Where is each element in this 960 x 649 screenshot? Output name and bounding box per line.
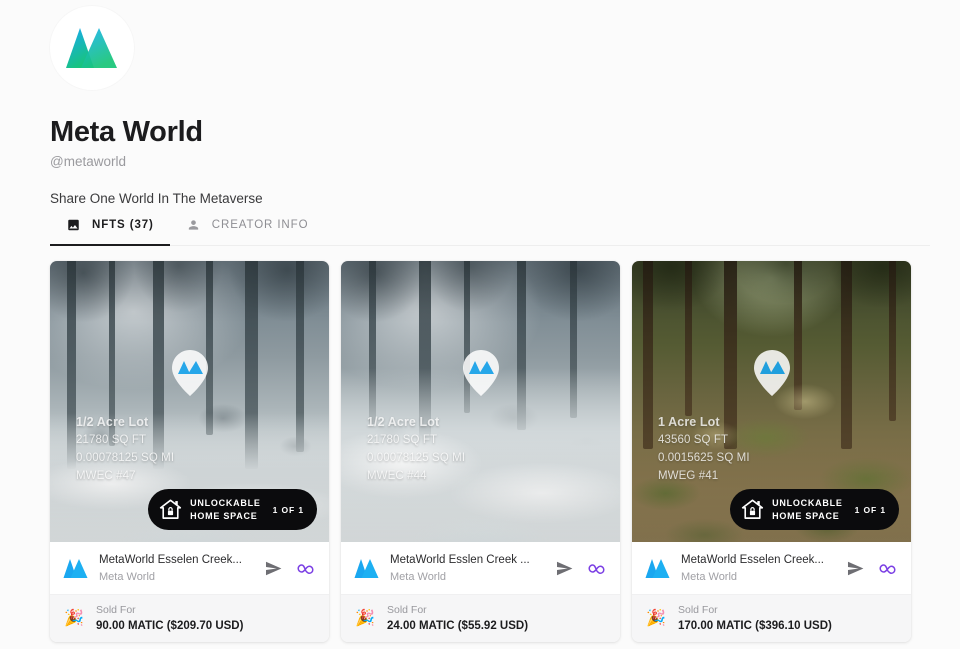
lot-info: 1/2 Acre Lot 21780 SQ FT 0.00078125 SQ M…: [367, 413, 465, 486]
profile-handle: @metaworld: [50, 153, 126, 169]
badge-line-1: UNLOCKABLE: [772, 498, 843, 509]
infinity-icon[interactable]: [587, 559, 606, 578]
tab-nfts[interactable]: NFTS (37): [50, 205, 170, 246]
lot-title: 1/2 Acre Lot: [76, 415, 149, 429]
house-lock-icon: [741, 498, 764, 521]
nft-title: MetaWorld Esslen Creek ...: [390, 553, 530, 566]
lot-title: 1 Acre Lot: [658, 415, 720, 429]
nft-collection: Meta World: [390, 570, 447, 583]
badge-count: 1 OF 1: [854, 504, 886, 515]
lot-sq-mi: 0.00078125 SQ MI: [367, 452, 466, 465]
lot-sq-ft: 43560 SQ FT: [658, 434, 729, 447]
badge-line-2: HOME SPACE: [772, 510, 840, 521]
lot-title: 1/2 Acre Lot: [367, 415, 440, 429]
send-icon[interactable]: [846, 559, 865, 578]
map-pin-icon: [753, 350, 790, 397]
nft-collection: Meta World: [681, 570, 738, 583]
card-actions: [264, 559, 315, 578]
tab-creator-info-label: CREATOR INFO: [211, 219, 309, 231]
sold-label: Sold For: [387, 603, 427, 616]
sold-value: 170.00 MATIC ($396.10 USD): [678, 620, 832, 633]
infinity-icon[interactable]: [296, 559, 315, 578]
party-popper-icon: 🎉: [646, 609, 666, 627]
sold-row: 🎉 Sold For 24.00 MATIC ($55.92 USD): [341, 594, 620, 642]
tab-nfts-label: NFTS (37): [92, 219, 154, 231]
map-pin-icon: [462, 350, 499, 397]
map-pin-icon: [171, 350, 208, 397]
nft-image[interactable]: 1 Acre Lot 43560 SQ FT 0.0015625 SQ MI M…: [632, 261, 911, 542]
profile-header: Meta World @metaworld Share One World In…: [50, 0, 930, 206]
nft-info-row: MetaWorld Esslen Creek ... Meta World: [341, 542, 620, 594]
nft-card[interactable]: 1/2 Acre Lot 21780 SQ FT 0.00078125 SQ M…: [341, 261, 620, 642]
sold-value: 24.00 MATIC ($55.92 USD): [387, 620, 529, 633]
sold-text-block: Sold For 24.00 MATIC ($55.92 USD): [387, 603, 528, 635]
sold-row: 🎉 Sold For 90.00 MATIC ($209.70 USD): [50, 594, 329, 642]
tab-creator-info[interactable]: CREATOR INFO: [170, 205, 325, 245]
avatar: [50, 6, 134, 90]
nft-title: MetaWorld Esselen Creek...: [681, 553, 824, 566]
nft-card[interactable]: 1/2 Acre Lot 21780 SQ FT 0.00078125 SQ M…: [50, 261, 329, 642]
nft-grid: 1/2 Acre Lot 21780 SQ FT 0.00078125 SQ M…: [50, 261, 912, 642]
lot-sq-mi: 0.00078125 SQ MI: [76, 452, 175, 465]
infinity-icon[interactable]: [878, 559, 897, 578]
badge-count: 1 OF 1: [272, 504, 304, 515]
nft-card[interactable]: 1 Acre Lot 43560 SQ FT 0.0015625 SQ MI M…: [632, 261, 911, 642]
sold-text-block: Sold For 90.00 MATIC ($209.70 USD): [96, 603, 243, 635]
profile-page: Meta World @metaworld Share One World In…: [0, 0, 960, 649]
nft-image[interactable]: 1/2 Acre Lot 21780 SQ FT 0.00078125 SQ M…: [50, 261, 329, 542]
collection-logo-icon: [63, 558, 88, 579]
lot-sq-ft: 21780 SQ FT: [367, 434, 438, 447]
mountain-logo-icon: [66, 26, 118, 70]
nft-text-block: MetaWorld Esselen Creek... Meta World: [681, 552, 835, 584]
lot-sq-mi: 0.0015625 SQ MI: [658, 452, 750, 465]
party-popper-icon: 🎉: [355, 609, 375, 627]
sold-label: Sold For: [678, 603, 718, 616]
nft-text-block: MetaWorld Esslen Creek ... Meta World: [390, 552, 544, 584]
card-actions: [555, 559, 606, 578]
nft-image[interactable]: 1/2 Acre Lot 21780 SQ FT 0.00078125 SQ M…: [341, 261, 620, 542]
sold-label: Sold For: [96, 603, 136, 616]
unlockable-badge-text: UNLOCKABLE HOME SPACE: [190, 497, 261, 521]
sold-text-block: Sold For 170.00 MATIC ($396.10 USD): [678, 603, 832, 635]
sold-value: 90.00 MATIC ($209.70 USD): [96, 620, 244, 633]
unlockable-badge: UNLOCKABLE HOME SPACE 1 OF 1: [730, 489, 899, 530]
person-icon: [186, 218, 201, 232]
lot-code: MWEG #41: [658, 470, 719, 482]
send-icon[interactable]: [264, 559, 283, 578]
house-lock-icon: [159, 498, 182, 521]
collection-logo-icon: [354, 558, 379, 579]
sold-row: 🎉 Sold For 170.00 MATIC ($396.10 USD): [632, 594, 911, 642]
collection-logo-icon: [645, 558, 670, 579]
lot-info: 1/2 Acre Lot 21780 SQ FT 0.00078125 SQ M…: [76, 413, 174, 486]
badge-line-1: UNLOCKABLE: [190, 498, 261, 509]
lot-code: MWEC #47: [76, 470, 136, 482]
lot-sq-ft: 21780 SQ FT: [76, 434, 147, 447]
nft-text-block: MetaWorld Esselen Creek... Meta World: [99, 552, 253, 584]
tab-bar: NFTS (37) CREATOR INFO: [50, 206, 930, 246]
nft-collection: Meta World: [99, 570, 156, 583]
lot-code: MWEC #44: [367, 470, 427, 482]
card-actions: [846, 559, 897, 578]
nft-info-row: MetaWorld Esselen Creek... Meta World: [50, 542, 329, 594]
party-popper-icon: 🎉: [64, 609, 84, 627]
nft-title: MetaWorld Esselen Creek...: [99, 553, 242, 566]
image-icon: [66, 218, 81, 232]
badge-line-2: HOME SPACE: [190, 510, 258, 521]
unlockable-badge-text: UNLOCKABLE HOME SPACE: [772, 497, 843, 521]
profile-description: Share One World In The Metaverse: [50, 190, 263, 206]
send-icon[interactable]: [555, 559, 574, 578]
nft-info-row: MetaWorld Esselen Creek... Meta World: [632, 542, 911, 594]
lot-info: 1 Acre Lot 43560 SQ FT 0.0015625 SQ MI M…: [658, 413, 750, 486]
page-title: Meta World: [50, 116, 203, 148]
unlockable-badge: UNLOCKABLE HOME SPACE 1 OF 1: [148, 489, 317, 530]
